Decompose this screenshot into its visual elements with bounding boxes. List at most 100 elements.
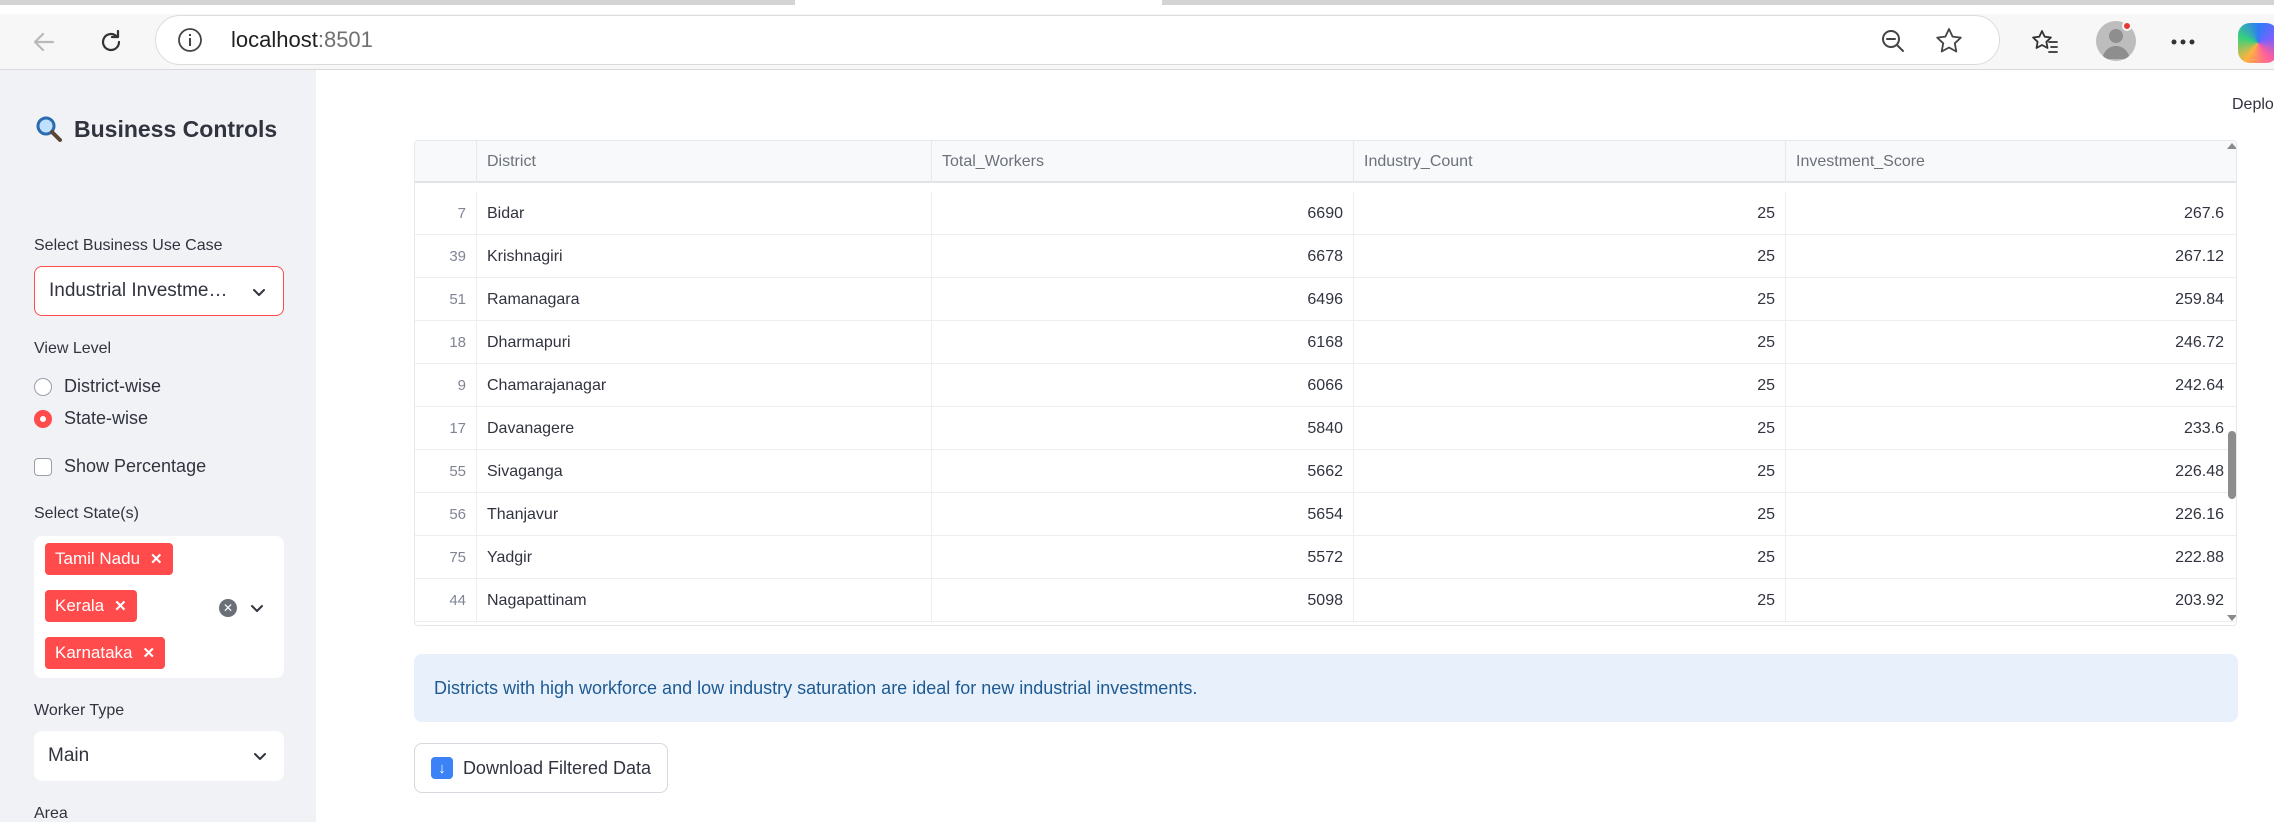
- table-row[interactable]: 56 Thanjavur 5654 25 226.16: [415, 493, 2236, 536]
- column-header-total-workers[interactable]: Total_Workers: [932, 141, 1354, 183]
- use-case-select[interactable]: Industrial Investme…: [34, 266, 284, 316]
- investment-score-cell[interactable]: 267.6: [1786, 192, 2236, 235]
- row-index-cell[interactable]: 39: [415, 235, 477, 278]
- row-index-cell[interactable]: 18: [415, 321, 477, 364]
- copilot-icon[interactable]: [2238, 23, 2274, 63]
- industry-count-cell[interactable]: 25: [1354, 493, 1786, 536]
- row-index-cell[interactable]: 55: [415, 450, 477, 493]
- industry-count-cell[interactable]: 25: [1354, 579, 1786, 622]
- district-cell[interactable]: Davanagere: [477, 407, 932, 450]
- clear-all-icon[interactable]: ✕: [219, 599, 237, 617]
- column-header-industry-count[interactable]: Industry_Count: [1354, 141, 1786, 183]
- row-index-cell[interactable]: 75: [415, 536, 477, 579]
- show-percentage-checkbox[interactable]: Show Percentage: [34, 456, 206, 477]
- table-row[interactable]: 17 Davanagere 5840 25 233.6: [415, 407, 2236, 450]
- industry-count-cell[interactable]: 25: [1354, 364, 1786, 407]
- column-header-investment-score[interactable]: Investment_Score: [1786, 141, 2236, 183]
- industry-count-cell[interactable]: 25: [1354, 321, 1786, 364]
- investment-score-cell[interactable]: 226.16: [1786, 493, 2236, 536]
- table-row[interactable]: 39 Krishnagiri 6678 25 267.12: [415, 235, 2236, 278]
- table-row[interactable]: 7 Bidar 6690 25 267.6: [415, 192, 2236, 235]
- radio-district-wise[interactable]: District-wise: [34, 376, 161, 397]
- total-workers-cell[interactable]: 5572: [932, 536, 1354, 579]
- row-index-cell[interactable]: 9: [415, 364, 477, 407]
- investment-score-cell[interactable]: 242.64: [1786, 364, 2236, 407]
- index-header: [415, 141, 477, 183]
- total-workers-cell[interactable]: 6066: [932, 364, 1354, 407]
- district-cell[interactable]: Krishnagiri: [477, 235, 932, 278]
- favorites-icon[interactable]: [2025, 22, 2065, 62]
- total-workers-cell[interactable]: 5840: [932, 407, 1354, 450]
- industry-count-cell[interactable]: 25: [1354, 407, 1786, 450]
- chip-remove-icon[interactable]: ✕: [150, 550, 163, 568]
- investment-score-cell[interactable]: 203.92: [1786, 579, 2236, 622]
- table-row[interactable]: 9 Chamarajanagar 6066 25 242.64: [415, 364, 2236, 407]
- radio-state-wise[interactable]: State-wise: [34, 408, 148, 429]
- url-text[interactable]: localhost:8501: [231, 27, 373, 53]
- total-workers-cell[interactable]: 5098: [932, 579, 1354, 622]
- radio-label: District-wise: [64, 376, 161, 396]
- industry-count-cell[interactable]: 25: [1354, 450, 1786, 493]
- reload-icon[interactable]: [91, 22, 131, 62]
- zoom-out-icon[interactable]: [1878, 26, 1908, 56]
- investment-score-cell[interactable]: 267.12: [1786, 235, 2236, 278]
- total-workers-cell[interactable]: 6678: [932, 235, 1354, 278]
- investment-score-cell[interactable]: 233.6: [1786, 407, 2236, 450]
- district-cell[interactable]: Nagapattinam: [477, 579, 932, 622]
- total-workers-cell[interactable]: 6496: [932, 278, 1354, 321]
- worker-type-select[interactable]: Main: [34, 731, 284, 781]
- site-info-icon[interactable]: [176, 26, 204, 54]
- district-cell[interactable]: Yadgir: [477, 536, 932, 579]
- checkbox-box[interactable]: [34, 457, 52, 476]
- address-bar[interactable]: localhost:8501: [155, 15, 2000, 65]
- industry-count-cell[interactable]: 25: [1354, 278, 1786, 321]
- row-index-cell[interactable]: 7: [415, 192, 477, 235]
- industry-count-cell[interactable]: 25: [1354, 235, 1786, 278]
- favorite-star-icon[interactable]: [1933, 25, 1965, 57]
- chip-remove-icon[interactable]: ✕: [114, 597, 127, 615]
- state-chip[interactable]: Karnataka ✕: [45, 637, 166, 669]
- table-row[interactable]: 18 Dharmapuri 6168 25 246.72: [415, 321, 2236, 364]
- investment-score-cell[interactable]: 246.72: [1786, 321, 2236, 364]
- total-workers-cell[interactable]: 5654: [932, 493, 1354, 536]
- state-chip[interactable]: Kerala ✕: [45, 590, 137, 622]
- table-row[interactable]: 55 Sivaganga 5662 25 226.48: [415, 450, 2236, 493]
- states-multiselect[interactable]: Tamil Nadu ✕ Kerala ✕ Karnataka ✕ ✕: [34, 536, 284, 678]
- district-cell[interactable]: Thanjavur: [477, 493, 932, 536]
- chip-remove-icon[interactable]: ✕: [143, 644, 156, 662]
- table-row[interactable]: 44 Nagapattinam 5098 25 203.92: [415, 579, 2236, 622]
- district-cell[interactable]: Chamarajanagar: [477, 364, 932, 407]
- scrollbar-thumb[interactable]: [2228, 431, 2236, 499]
- row-index-cell[interactable]: 56: [415, 493, 477, 536]
- download-filtered-data-button[interactable]: ↓ Download Filtered Data: [414, 743, 668, 793]
- back-arrow-icon[interactable]: [24, 22, 64, 62]
- row-index-cell[interactable]: 44: [415, 579, 477, 622]
- chevron-down-icon[interactable]: [249, 600, 265, 616]
- row-index-cell[interactable]: 17: [415, 407, 477, 450]
- scroll-up-arrow-icon[interactable]: [2227, 143, 2236, 149]
- data-table[interactable]: District Total_Workers Industry_Count In…: [414, 140, 2237, 626]
- investment-score-cell[interactable]: 222.88: [1786, 536, 2236, 579]
- state-chip[interactable]: Tamil Nadu ✕: [45, 543, 173, 575]
- industry-count-cell[interactable]: 25: [1354, 192, 1786, 235]
- radio-circle-selected[interactable]: [34, 409, 52, 428]
- table-row[interactable]: 75 Yadgir 5572 25 222.88: [415, 536, 2236, 579]
- radio-circle[interactable]: [34, 377, 52, 396]
- more-options-icon[interactable]: [2163, 22, 2203, 62]
- total-workers-cell[interactable]: 5662: [932, 450, 1354, 493]
- district-cell[interactable]: Bidar: [477, 192, 932, 235]
- total-workers-cell[interactable]: 6168: [932, 321, 1354, 364]
- scroll-down-arrow-icon[interactable]: [2227, 615, 2236, 621]
- column-header-district[interactable]: District: [477, 141, 932, 183]
- tab-indicator: [0, 0, 795, 5]
- district-cell[interactable]: Sivaganga: [477, 450, 932, 493]
- row-index-cell[interactable]: 51: [415, 278, 477, 321]
- investment-score-cell[interactable]: 259.84: [1786, 278, 2236, 321]
- table-row[interactable]: 51 Ramanagara 6496 25 259.84: [415, 278, 2236, 321]
- investment-score-cell[interactable]: 226.48: [1786, 450, 2236, 493]
- total-workers-cell[interactable]: 6690: [932, 192, 1354, 235]
- industry-count-cell[interactable]: 25: [1354, 536, 1786, 579]
- district-cell[interactable]: Dharmapuri: [477, 321, 932, 364]
- district-cell[interactable]: Ramanagara: [477, 278, 932, 321]
- deploy-button[interactable]: Deplo: [2232, 96, 2274, 114]
